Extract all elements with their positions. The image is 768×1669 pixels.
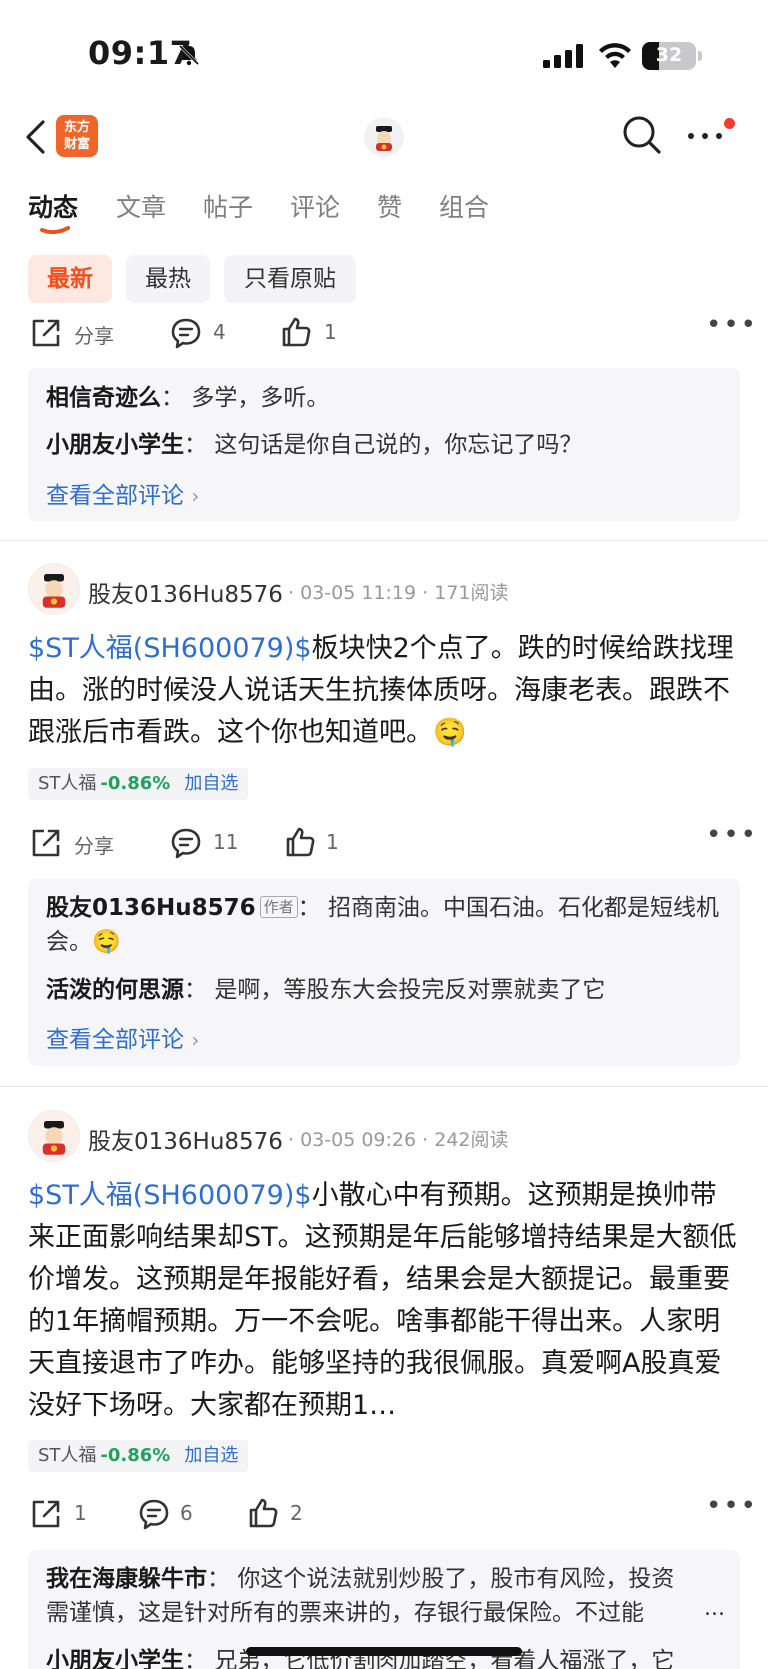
post-meta: · 03-05 09:26 · 242阅读 [288, 1129, 509, 1151]
home-indicator [246, 1647, 522, 1656]
comment-text: 这句话是你自己说的，你忘记了吗？ [214, 432, 583, 458]
comment-item: 相信奇迹么： 多学，多听。 [46, 385, 330, 411]
comment-item: 小朋友小学生： 这句话是你自己说的，你忘记了吗？ [46, 432, 583, 458]
back-arrow-icon[interactable] [24, 119, 46, 155]
share-count[interactable]: 1 [74, 1501, 87, 1525]
post-meta: · 03-05 11:19 · 171阅读 [288, 582, 509, 604]
view-all-comments-link[interactable]: 查看全部评论 › [46, 476, 199, 510]
post-body[interactable]: $ST人福(SH600079)$板块快2个点了。跌的时候给跌找理由。涨的时候没人… [28, 628, 742, 754]
battery-indicator: 32 [642, 42, 696, 70]
battery-cap [698, 51, 702, 61]
post-reads: 171阅读 [434, 582, 509, 604]
filter-original-only[interactable]: 只看原贴 [224, 255, 356, 303]
post-action-bar: 分享 11 1 ••• [30, 820, 756, 864]
tab-articles[interactable]: 文章 [116, 188, 166, 224]
post-action-bar: 分享 4 1 ••• [30, 310, 756, 354]
post-divider [0, 540, 768, 541]
comment-more: ... [704, 1596, 725, 1621]
bell-muted-icon [178, 44, 200, 66]
comment-item: 活泼的何思源： 是啊，等股东大会投完反对票就卖了它 [46, 977, 606, 1003]
comments-preview: 股友0136Hu8576 作者： 招商南油。中国石油。石化都是短线机会。🤤 活泼的… [28, 879, 740, 1066]
post-more-icon[interactable]: ••• [706, 1491, 758, 1521]
post-time: 03-05 09:26 [300, 1129, 417, 1151]
stock-link[interactable]: $ST人福(SH600079)$ [28, 633, 312, 664]
view-all-comments-link[interactable]: 查看全部评论 › [46, 1020, 199, 1054]
stock-link[interactable]: $ST人福(SH600079)$ [28, 1180, 312, 1211]
comment-count: 6 [180, 1501, 193, 1525]
like-count: 2 [290, 1501, 303, 1525]
like-icon[interactable] [284, 826, 316, 858]
comment-icon[interactable] [170, 827, 202, 859]
fortune-god-avatar-icon [42, 1121, 66, 1155]
stock-name: ST人福 [38, 1445, 97, 1466]
user-avatar[interactable] [28, 1110, 80, 1162]
post-time: 03-05 11:19 [300, 582, 417, 604]
post-username[interactable]: 股友0136Hu8576 [88, 1122, 283, 1156]
post-text: 小散心中有预期。这预期是换帅带来正面影响结果却ST。这预期是年后能够增持结果是大… [28, 1180, 737, 1421]
like-icon[interactable] [247, 1497, 279, 1529]
share-label[interactable]: 分享 [74, 830, 114, 859]
commenter-name[interactable]: 股友0136Hu8576 [46, 895, 256, 921]
share-label[interactable]: 分享 [74, 320, 114, 349]
comment-count: 4 [213, 320, 226, 344]
stock-tag[interactable]: ST人福 -0.86% 加自选 [28, 768, 249, 800]
comments-preview: 相信奇迹么： 多学，多听。 小朋友小学生： 这句话是你自己说的，你忘记了吗？ 查… [28, 368, 740, 521]
stock-change: -0.86% [100, 773, 171, 794]
like-icon[interactable] [280, 316, 312, 348]
author-badge: 作者 [259, 896, 298, 918]
stock-change: -0.86% [100, 1445, 171, 1466]
comment-icon[interactable] [138, 1498, 170, 1530]
comment-count: 11 [213, 830, 239, 854]
stock-tag[interactable]: ST人福 -0.86% 加自选 [28, 1440, 249, 1472]
fortune-god-avatar-icon [42, 574, 66, 608]
cellular-signal-icon [543, 44, 583, 68]
more-options-icon[interactable] [686, 126, 724, 146]
post-reads: 242阅读 [434, 1129, 509, 1151]
commenter-name[interactable]: 小朋友小学生 [46, 432, 184, 458]
comment-text: 是啊，等股东大会投完反对票就卖了它 [214, 977, 606, 1003]
commenter-name[interactable]: 我在海康躲牛市 [46, 1566, 207, 1592]
post-username[interactable]: 股友0136Hu8576 [88, 575, 283, 609]
commenter-name[interactable]: 相信奇迹么 [46, 385, 161, 411]
search-icon[interactable] [622, 115, 662, 155]
like-count: 1 [326, 830, 339, 854]
comment-item: 我在海康躲牛市： 你这个说法就别炒股了，股市有风险，投资需谨慎，这是针对所有的票… [46, 1566, 675, 1626]
tab-posts[interactable]: 帖子 [203, 188, 253, 224]
like-count: 1 [324, 320, 337, 344]
post-divider [0, 1086, 768, 1087]
share-icon[interactable] [30, 317, 62, 349]
notification-dot [724, 118, 735, 129]
fortune-god-avatar-icon [376, 126, 392, 151]
comment-item: 股友0136Hu8576 作者： 招商南油。中国石油。石化都是短线机会。🤤 [46, 895, 719, 955]
app-logo: 东方 财富 [56, 115, 98, 157]
post-more-icon[interactable]: ••• [706, 820, 758, 850]
add-watchlist-button[interactable]: 加自选 [184, 1445, 238, 1466]
filter-hot[interactable]: 最热 [126, 255, 210, 303]
post-action-bar: 1 6 2 ••• [30, 1491, 756, 1535]
tab-comments[interactable]: 评论 [290, 188, 340, 224]
post-body[interactable]: $ST人福(SH600079)$小散心中有预期。这预期是换帅带来正面影响结果却S… [28, 1175, 742, 1427]
tab-likes[interactable]: 赞 [377, 188, 402, 224]
add-watchlist-button[interactable]: 加自选 [184, 773, 238, 794]
commenter-name[interactable]: 小朋友小学生 [46, 1648, 184, 1669]
user-avatar[interactable] [28, 563, 80, 615]
share-icon[interactable] [30, 827, 62, 859]
share-icon[interactable] [30, 1498, 62, 1530]
wifi-icon [599, 43, 631, 68]
commenter-name[interactable]: 活泼的何思源 [46, 977, 184, 1003]
tab-portfolio[interactable]: 组合 [439, 188, 489, 224]
stock-name: ST人福 [38, 773, 97, 794]
status-time: 09:17 [88, 34, 193, 72]
tab-dynamic[interactable]: 动态 [28, 188, 78, 224]
active-tab-indicator [40, 226, 70, 234]
post-more-icon[interactable]: ••• [706, 310, 758, 340]
comment-text: 多学，多听。 [191, 385, 330, 411]
comment-icon[interactable] [170, 317, 202, 349]
filter-latest[interactable]: 最新 [28, 255, 112, 303]
profile-avatar[interactable] [364, 117, 404, 157]
